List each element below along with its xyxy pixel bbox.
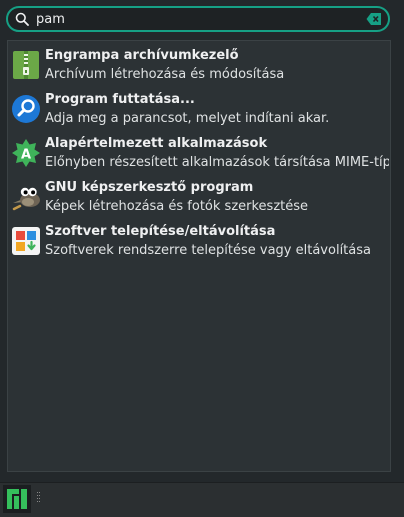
search-input[interactable]	[36, 10, 356, 28]
result-title: Szoftver telepítése/eltávolítása	[45, 224, 276, 239]
gimp-icon	[12, 187, 40, 211]
manjaro-logo-icon	[7, 489, 27, 509]
result-title: Program futtatása...	[45, 92, 195, 107]
panel-drag-handle[interactable]	[37, 492, 41, 504]
result-description: Archívum létrehozása és módosítása	[45, 67, 285, 82]
result-item-default-applications[interactable]: A Alapértelmezett alkalmazások Előnyben …	[8, 131, 390, 175]
clear-text-icon[interactable]	[366, 12, 382, 26]
svg-text:A: A	[21, 148, 31, 163]
result-item-software-manager[interactable]: Szoftver telepítése/eltávolítása Szoftve…	[8, 219, 390, 263]
run-program-icon	[12, 95, 40, 123]
result-title: Engrampa archívumkezelő	[45, 48, 239, 63]
archive-manager-icon	[13, 51, 39, 79]
result-item-gimp[interactable]: GNU képszerkesztő program Képek létrehoz…	[8, 175, 390, 219]
app-launcher-popup: Engrampa archívumkezelő Archívum létreho…	[0, 0, 404, 482]
search-box[interactable]	[6, 6, 390, 32]
default-applications-icon: A	[12, 139, 40, 167]
search-results-list: Engrampa archívumkezelő Archívum létreho…	[7, 40, 391, 472]
result-title: GNU képszerkesztő program	[45, 180, 254, 195]
result-description: Szoftverek rendszerre telepítése vagy el…	[45, 243, 371, 258]
result-item-run-program[interactable]: Program futtatása... Adja meg a parancso…	[8, 87, 390, 131]
result-description: Képek létrehozása és fotók szerkesztése	[45, 199, 309, 214]
result-description: Előnyben részesített alkalmazások társít…	[45, 155, 389, 170]
result-title: Alapértelmezett alkalmazások	[45, 136, 268, 151]
search-icon	[15, 12, 29, 26]
menu-launcher-button[interactable]	[3, 485, 31, 513]
result-item-engrampa[interactable]: Engrampa archívumkezelő Archívum létreho…	[8, 43, 390, 87]
software-manager-icon	[12, 227, 40, 255]
result-description: Adja meg a parancsot, melyet indítani ak…	[45, 111, 330, 126]
taskbar	[0, 482, 404, 514]
